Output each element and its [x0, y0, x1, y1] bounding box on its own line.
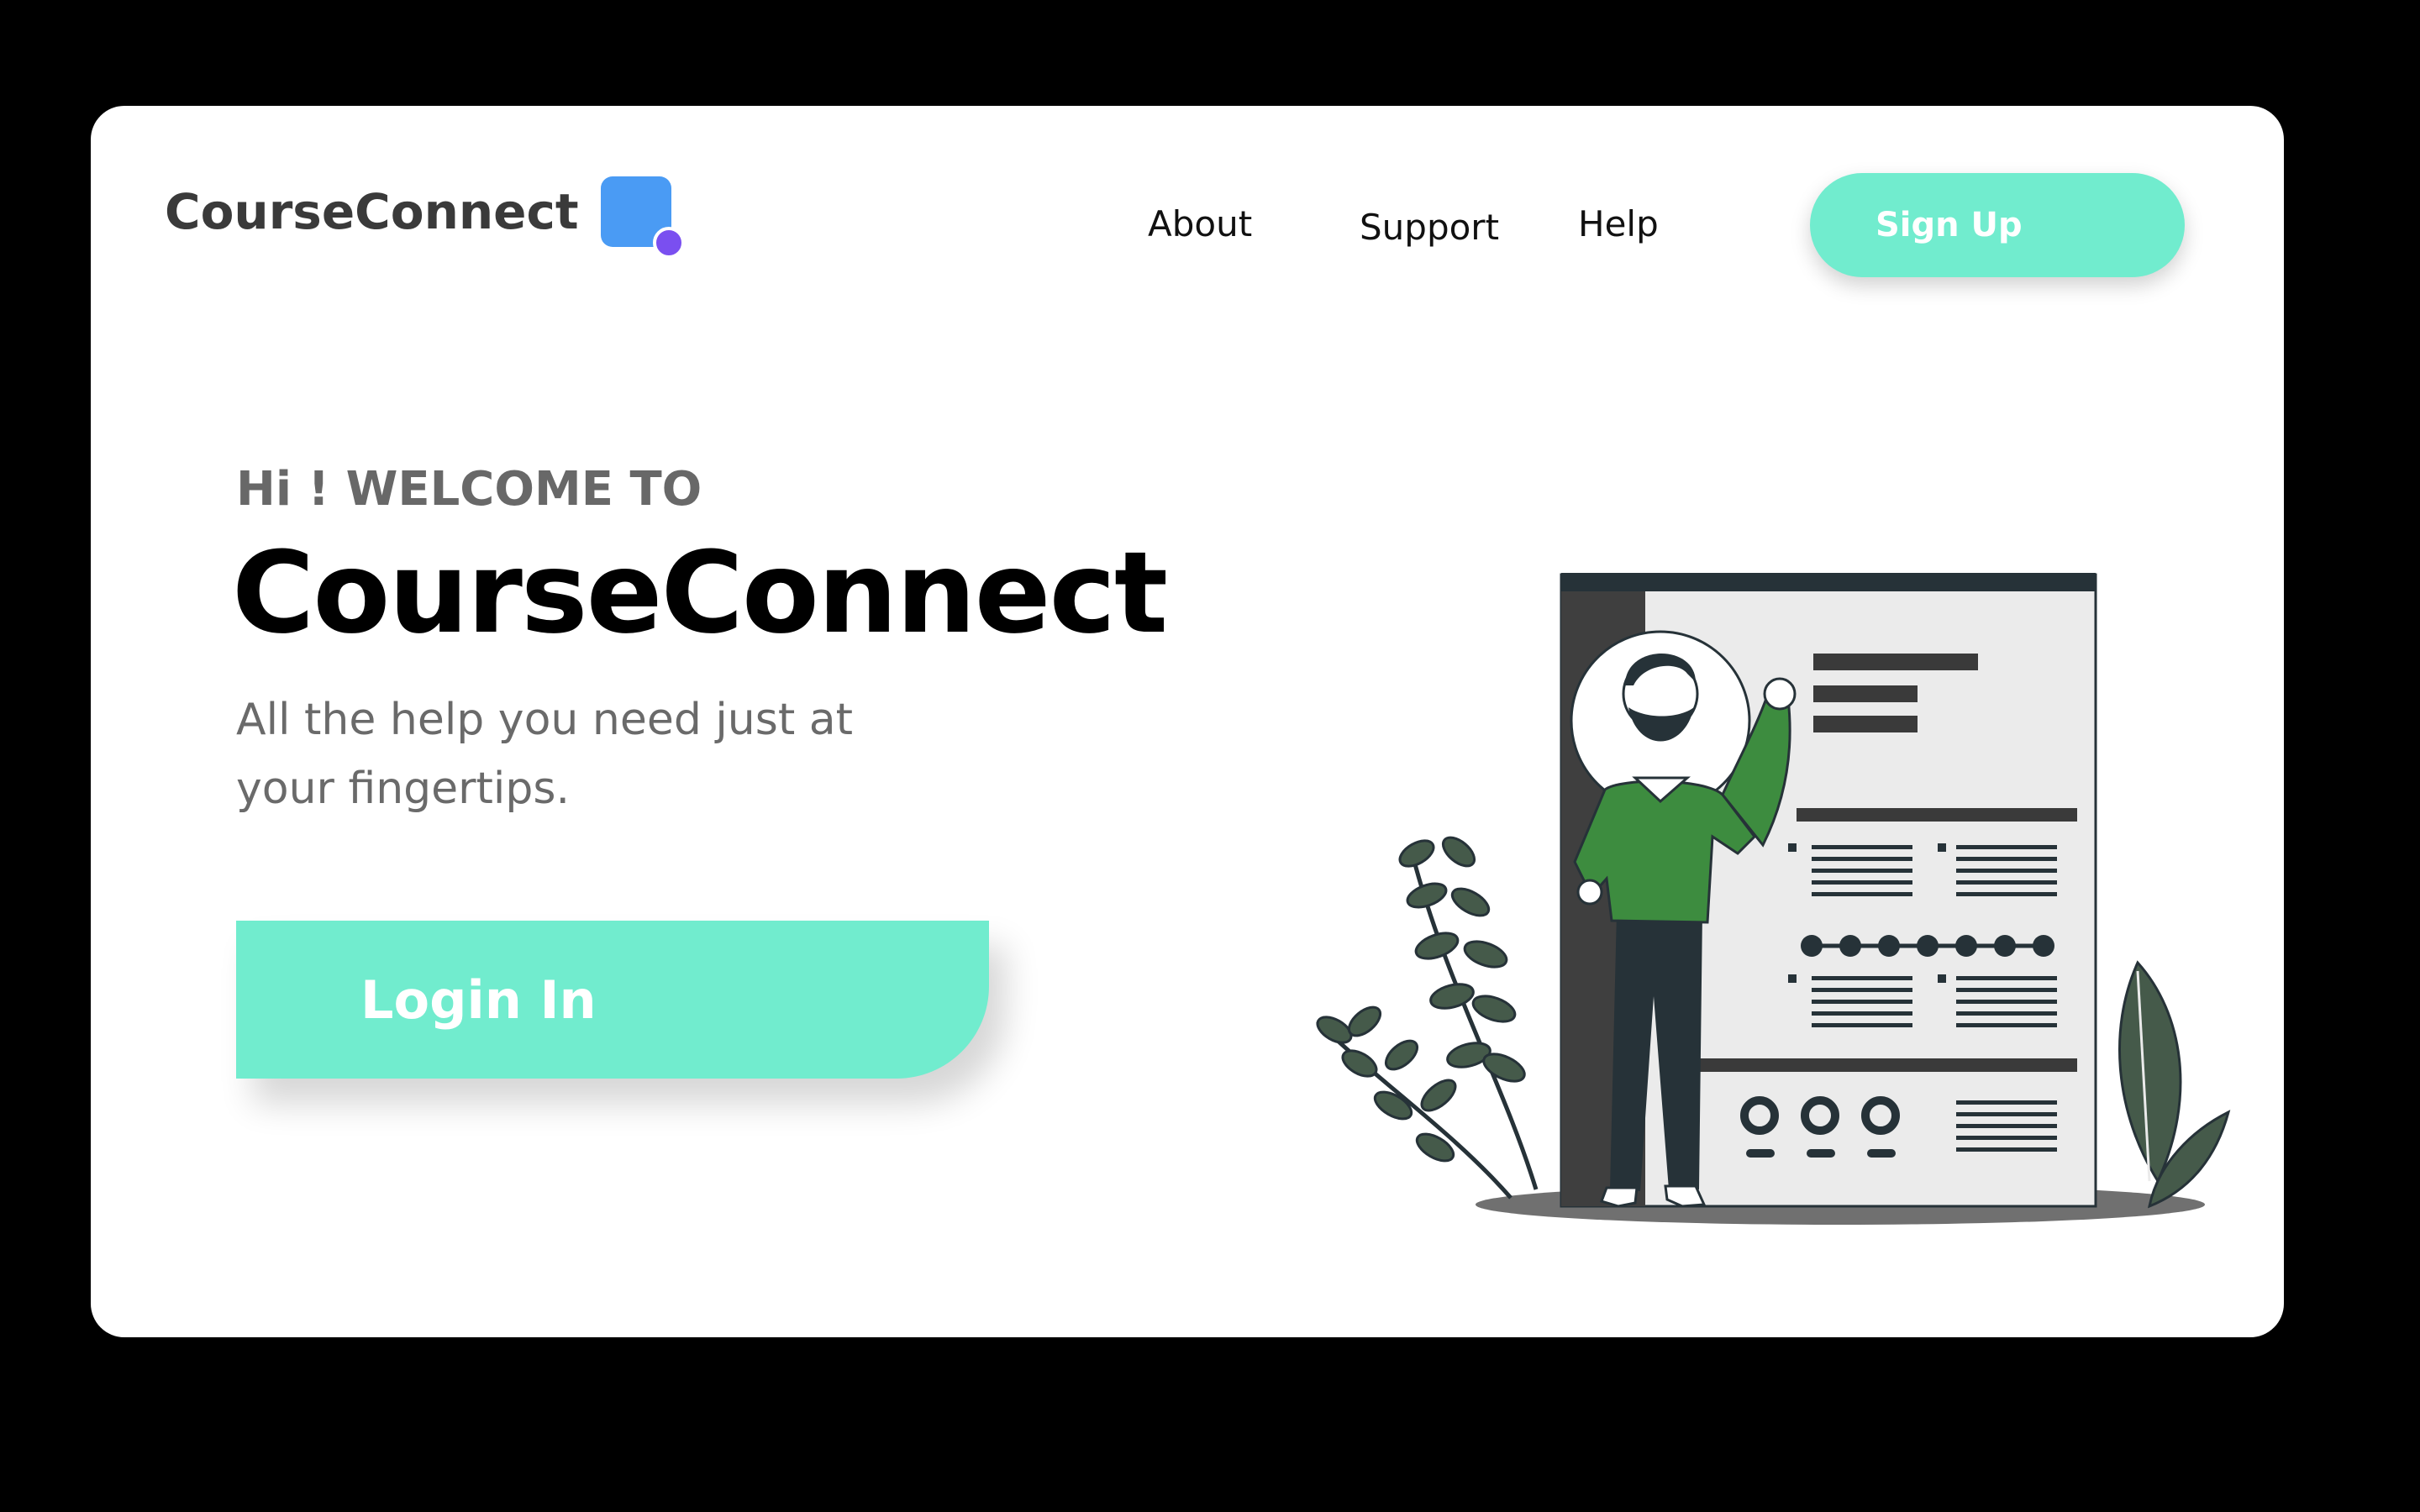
hero-title: CourseConnect — [232, 528, 1168, 659]
logo-dot-icon — [652, 227, 685, 259]
brand-name: CourseConnect — [165, 183, 579, 240]
landing-card: CourseConnect About Support Help Sign Up… — [91, 106, 2284, 1337]
hero-eyebrow: Hi ! WELCOME TO — [236, 462, 702, 517]
signup-button[interactable]: Sign Up — [1810, 173, 2185, 277]
hero-subtitle: All the help you need just at your finge… — [236, 695, 854, 814]
nav-about-link[interactable]: About — [1148, 203, 1252, 244]
login-button[interactable]: Login In — [236, 921, 989, 1079]
right-plant-icon — [2118, 960, 2231, 1209]
brand[interactable]: CourseConnect — [165, 176, 685, 259]
rounded-square-logo-icon — [600, 176, 685, 259]
left-plant-icon — [1316, 836, 1539, 1200]
nav-help-link[interactable]: Help — [1578, 203, 1659, 244]
nav-support-link[interactable]: Support — [1360, 207, 1499, 248]
man-with-resume-illustration-icon — [1316, 573, 2231, 1225]
